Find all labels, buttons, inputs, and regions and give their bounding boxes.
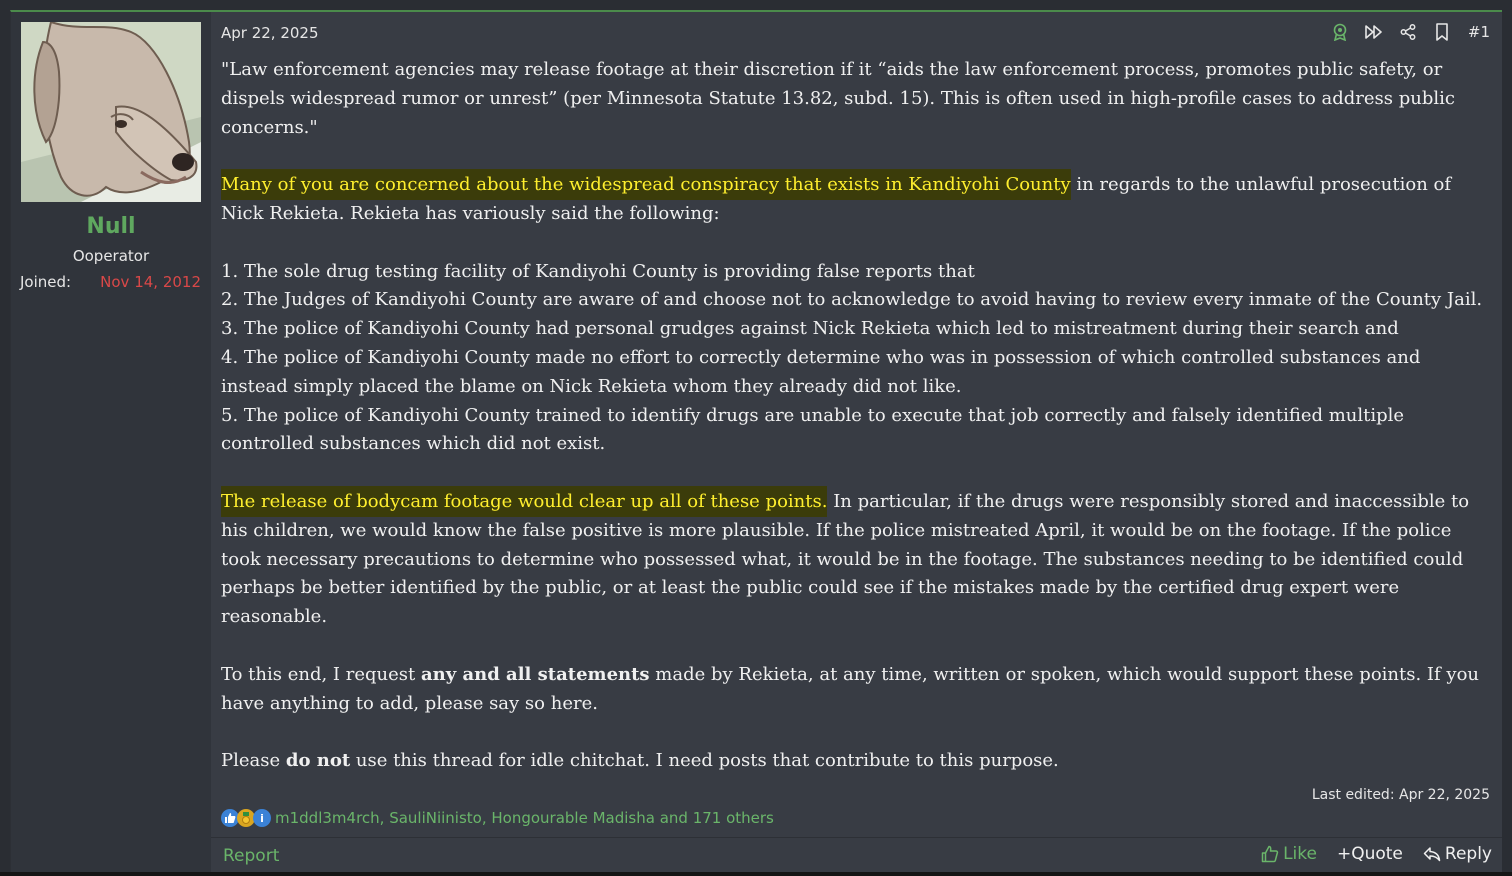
quote-paragraph: "Law enforcement agencies may release fo… (221, 59, 1455, 138)
quote-button[interactable]: +Quote (1337, 844, 1403, 864)
paragraph-bodycam: The release of bodycam footage would cle… (221, 488, 1491, 632)
user-title: Ooperator (72, 247, 150, 265)
reaction-users-link[interactable]: m1ddl3m4rch, SauliNiinisto, Hongourable … (275, 809, 774, 827)
info-icon: i (253, 809, 271, 827)
window-bottom-strip (0, 872, 1512, 876)
share-icon[interactable] (1398, 22, 1418, 42)
list-item: 2. The Judges of Kandiyohi County are aw… (221, 289, 1483, 311)
thumbs-up-outline-icon (1261, 845, 1279, 863)
list-item: 1. The sole drug testing facility of Kan… (221, 260, 975, 282)
list-item: 5. The police of Kandiyohi County traine… (221, 404, 1405, 455)
paragraph-concerns: Many of you are concerned about the wide… (221, 171, 1491, 229)
paragraph-text: Please (221, 750, 286, 772)
quote-label: +Quote (1336, 844, 1403, 864)
highlighted-text: The release of bodycam footage would cle… (221, 490, 828, 512)
claims-list: 1. The sole drug testing facility of Kan… (221, 258, 1491, 460)
paragraph-text: To this end, I request (221, 663, 421, 685)
user-avatar[interactable] (21, 22, 201, 202)
award-icon[interactable] (1330, 22, 1350, 42)
highlighted-text: Many of you are concerned about the wide… (221, 174, 1071, 196)
paragraph-rules: Please do not use this thread for idle c… (221, 747, 1491, 776)
bookmark-icon[interactable] (1432, 22, 1452, 42)
list-item: 3. The police of Kandiyohi County had pe… (221, 318, 1399, 340)
bold-text: do not (285, 750, 351, 772)
like-button[interactable]: Like (1261, 844, 1317, 864)
joined-date: Nov 14, 2012 (100, 273, 201, 291)
reactions-bar[interactable]: i m1ddl3m4rch, SauliNiinisto, Hongourabl… (221, 809, 774, 827)
last-edited: Last edited: Apr 22, 2025 (1311, 787, 1490, 803)
forum-post: Null Ooperator Joined: Nov 14, 2012 Apr … (10, 10, 1502, 876)
dog-avatar-illustration (21, 22, 201, 202)
paragraph-request: To this end, I request any and all state… (221, 661, 1491, 719)
paragraph-text: use this thread for idle chitchat. I nee… (350, 750, 1059, 772)
footer-actions: Like +Quote Reply (1261, 844, 1492, 864)
list-item: 4. The police of Kandiyohi County made n… (221, 346, 1421, 397)
report-link[interactable]: Report (223, 846, 279, 866)
post-body: "Law enforcement agencies may release fo… (221, 56, 1491, 805)
like-label: Like (1283, 844, 1317, 864)
joined-label: Joined: (20, 273, 72, 291)
reply-label: Reply (1444, 844, 1492, 864)
post-main: Apr 22, 2025 #1 "Law enforcement agencie… (211, 12, 1502, 876)
post-actions-bar: #1 (1330, 22, 1490, 42)
user-info-panel: Null Ooperator Joined: Nov 14, 2012 (11, 12, 211, 876)
footer-divider (211, 837, 1502, 838)
bold-text: any and all statements (420, 663, 650, 685)
post-number-link[interactable]: #1 (1468, 23, 1490, 41)
reply-arrow-icon (1423, 847, 1441, 862)
username[interactable]: Null (11, 214, 211, 239)
fast-forward-icon[interactable] (1364, 22, 1384, 42)
reaction-icons: i (221, 809, 271, 827)
reply-button[interactable]: Reply (1423, 844, 1492, 864)
post-date[interactable]: Apr 22, 2025 (221, 24, 319, 42)
